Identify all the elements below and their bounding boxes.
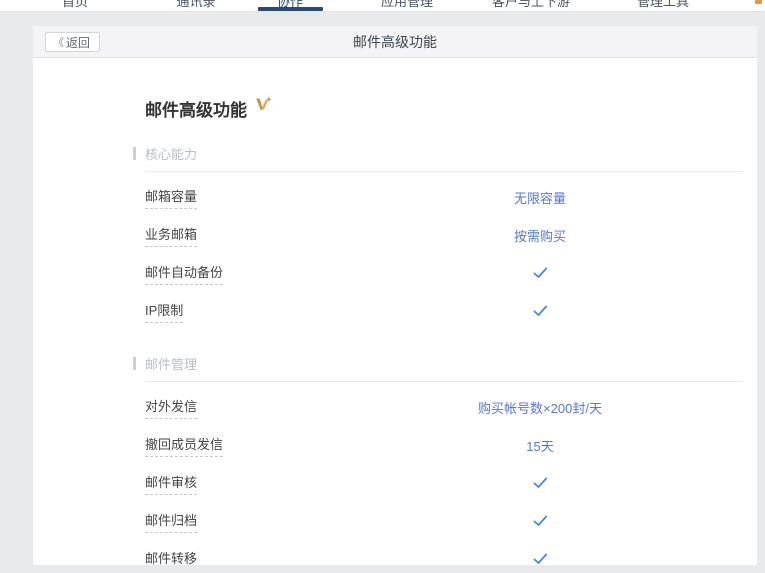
panel-content: 邮件高级功能 核心能力 邮箱容量 无限容量 业务邮箱 按需购买 — [33, 58, 757, 565]
section-title-text: 邮件管理 — [145, 354, 197, 373]
mail-advanced-features-panel: 《 返回 邮件高级功能 邮件高级功能 核心能力 邮箱容量 无限容量 — [33, 26, 757, 565]
active-tab-underline-indicator — [258, 7, 323, 11]
tab-contacts[interactable]: 通讯录 — [176, 0, 215, 10]
feature-label[interactable]: 邮件转移 — [145, 548, 197, 566]
feature-row-recall-member-mail: 撤回成员发信 15天 — [145, 426, 742, 464]
tab-customers[interactable]: 客户与上下游 — [492, 0, 570, 10]
section-marker — [133, 357, 136, 370]
feature-label[interactable]: 对外发信 — [145, 396, 197, 419]
section-marker — [133, 147, 136, 160]
page-title: 邮件高级功能 — [145, 96, 247, 121]
feature-row-outbound-sending: 对外发信 购买帐号数×200封/天 — [145, 388, 742, 426]
feature-label[interactable]: 业务邮箱 — [145, 224, 197, 247]
feature-row-mail-review: 邮件审核 — [145, 464, 742, 502]
gold-v-sparkle-icon — [254, 96, 273, 118]
feature-label[interactable]: 邮件归档 — [145, 510, 197, 533]
section-core-capabilities: 核心能力 — [145, 146, 742, 160]
panel-header: 《 返回 邮件高级功能 — [33, 26, 757, 58]
section-mail-management: 邮件管理 — [145, 356, 742, 370]
promo-icon — [755, 0, 762, 4]
section-title-text: 核心能力 — [145, 144, 197, 163]
check-icon — [440, 477, 640, 489]
tab-apps[interactable]: 应用管理 — [381, 0, 433, 10]
feature-value[interactable]: 15天 — [440, 436, 640, 455]
check-icon — [440, 515, 640, 527]
feature-value[interactable]: 无限容量 — [440, 188, 640, 207]
feature-label[interactable]: 邮件自动备份 — [145, 262, 223, 285]
check-icon — [440, 267, 640, 279]
top-nav: 首页 通讯录 协作 应用管理 客户与上下游 管理工具 我的企业 — [0, 0, 765, 12]
feature-label[interactable]: 邮件审核 — [145, 472, 197, 495]
feature-value[interactable]: 按需购买 — [440, 226, 640, 245]
feature-row-ip-restriction: IP限制 — [145, 292, 742, 330]
feature-label[interactable]: 邮箱容量 — [145, 186, 197, 209]
feature-row-mail-archive: 邮件归档 — [145, 502, 742, 540]
panel-header-title: 邮件高级功能 — [33, 26, 757, 58]
feature-rows: 对外发信 购买帐号数×200封/天 撤回成员发信 15天 邮件审核 邮件归档 — [145, 382, 742, 565]
tab-home[interactable]: 首页 — [62, 0, 88, 10]
feature-row-auto-backup: 邮件自动备份 — [145, 254, 742, 292]
check-icon — [440, 305, 640, 317]
feature-row-mailbox-capacity: 邮箱容量 无限容量 — [145, 178, 742, 216]
feature-value[interactable]: 购买帐号数×200封/天 — [440, 398, 640, 417]
tab-tools[interactable]: 管理工具 — [637, 0, 689, 10]
page-title-row: 邮件高级功能 — [145, 96, 742, 120]
feature-row-business-mailbox: 业务邮箱 按需购买 — [145, 216, 742, 254]
check-icon — [440, 553, 640, 565]
feature-label[interactable]: IP限制 — [145, 300, 183, 323]
feature-rows: 邮箱容量 无限容量 业务邮箱 按需购买 邮件自动备份 IP限制 — [145, 172, 742, 330]
feature-label[interactable]: 撤回成员发信 — [145, 434, 223, 457]
feature-row-mail-transfer: 邮件转移 — [145, 540, 742, 565]
